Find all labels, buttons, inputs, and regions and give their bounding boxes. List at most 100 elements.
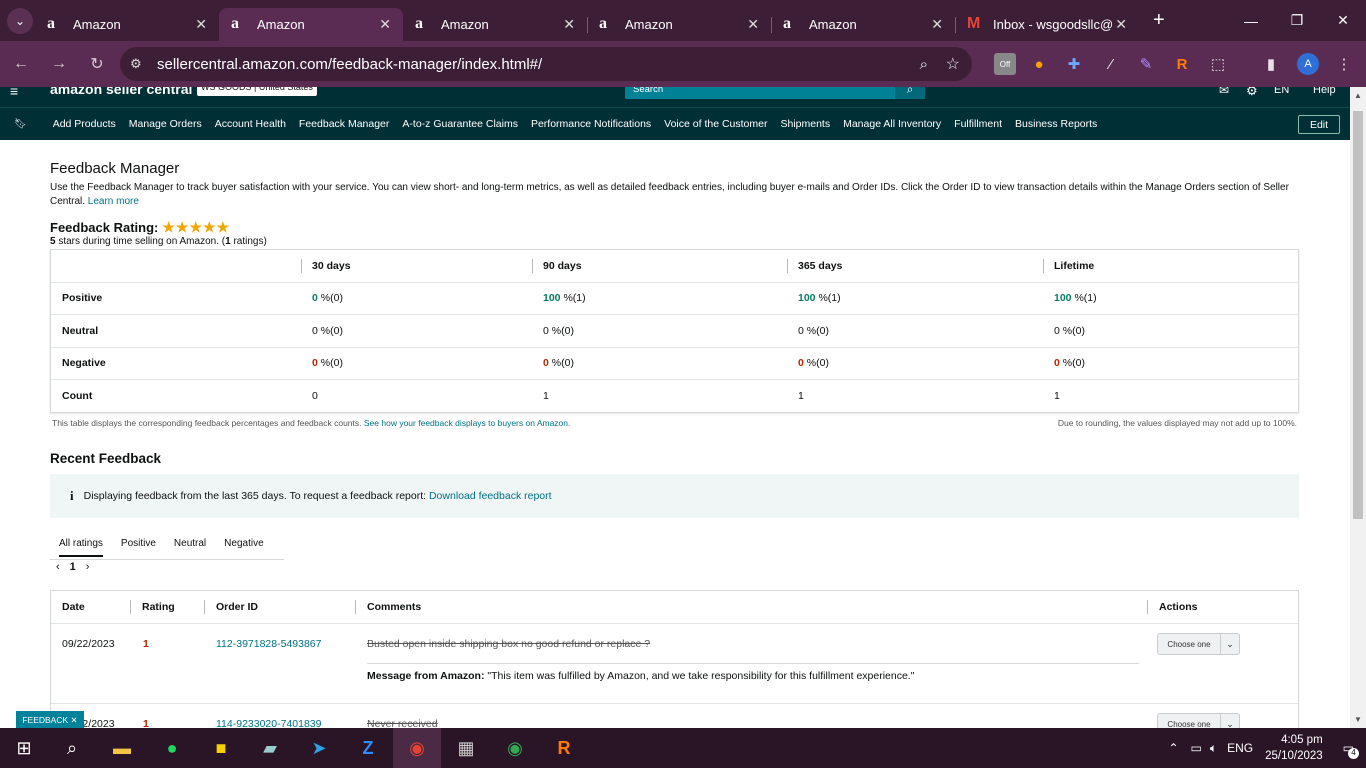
language-selector[interactable]: EN: [1274, 87, 1289, 96]
forward-icon[interactable]: →: [42, 47, 76, 81]
page-scrollbar[interactable]: ▲ ▼: [1350, 87, 1366, 728]
rating-filter-tab[interactable]: Positive: [121, 538, 156, 549]
feedback-row: 09/22/2023 1 114-9233020-7401839 Never rece…: [51, 704, 1298, 728]
recent-header-row: Date Rating Order ID Comments Actions: [51, 591, 1298, 624]
nav-item[interactable]: Account Health: [215, 118, 286, 130]
edit-nav-button[interactable]: Edit: [1298, 115, 1340, 134]
volume-icon[interactable]: 🔈︎: [1210, 741, 1217, 756]
nav-item[interactable]: Feedback Manager: [299, 118, 389, 130]
browser-tab[interactable]: a Amazon ✕: [219, 8, 403, 41]
rating-filter-tab[interactable]: Neutral: [174, 538, 206, 549]
browser-tab[interactable]: a Amazon ✕: [587, 8, 772, 41]
notepad-icon[interactable]: ▰: [246, 728, 294, 768]
action-dropdown[interactable]: Choose one ⌄: [1157, 633, 1240, 655]
network-icon[interactable]: ▭: [1191, 741, 1202, 755]
side-panel-icon[interactable]: ▮: [1260, 53, 1282, 75]
nav-item[interactable]: Manage Orders: [129, 118, 202, 130]
page-description: Use the Feedback Manager to track buyer …: [50, 182, 1289, 207]
nav-item[interactable]: Add Products: [53, 118, 116, 130]
chrome-profile-icon[interactable]: ◉: [393, 728, 441, 768]
tab-search-chevron-icon[interactable]: ⌄: [7, 7, 33, 34]
browser-tab[interactable]: M Inbox - wsgoodsllc@ ✕: [955, 8, 1139, 41]
address-bar[interactable]: ⚙ sellercentral.amazon.com/feedback-mana…: [120, 47, 972, 81]
nav-item[interactable]: Fulfillment: [954, 118, 1002, 130]
next-page-icon[interactable]: ›: [86, 561, 90, 573]
metrics-count: %(0): [320, 324, 343, 337]
tab-close-icon[interactable]: ✕: [747, 16, 759, 33]
prev-page-icon[interactable]: ‹: [56, 561, 60, 573]
tab-close-icon[interactable]: ✕: [1115, 16, 1127, 33]
scroll-up-icon[interactable]: ▲: [1354, 91, 1362, 100]
scrollbar-thumb[interactable]: [1353, 111, 1363, 519]
calculator-icon[interactable]: ▦: [442, 728, 490, 768]
telegram-icon[interactable]: ➤: [295, 728, 343, 768]
order-id-link[interactable]: 114-9233020-7401839: [216, 718, 322, 728]
browser-tab[interactable]: a Amazon ✕: [35, 8, 219, 41]
ext-circle-icon[interactable]: ●: [1028, 53, 1050, 75]
close-window-icon[interactable]: ✕: [1320, 0, 1366, 41]
bookmark-star-icon[interactable]: ☆: [946, 54, 960, 74]
scroll-down-icon[interactable]: ▼: [1354, 715, 1362, 724]
back-icon[interactable]: ←: [4, 47, 38, 81]
tab-close-icon[interactable]: ✕: [379, 16, 391, 33]
tab-close-icon[interactable]: ✕: [931, 16, 943, 33]
metrics-value: 0: [543, 357, 549, 370]
help-link[interactable]: Help: [1313, 87, 1336, 96]
buyer-display-link[interactable]: See how your feedback displays to buyers…: [364, 418, 570, 428]
rating-filter-tab[interactable]: All ratings: [59, 538, 103, 557]
ext-r-icon[interactable]: R: [1171, 53, 1193, 75]
nav-item[interactable]: A-to-z Guarantee Claims: [402, 118, 518, 130]
seller-central-logo[interactable]: amazon seller central: [50, 87, 192, 97]
zoom-app-icon[interactable]: Z: [344, 728, 392, 768]
browser-tab[interactable]: a Amazon ✕: [403, 8, 588, 41]
nav-item[interactable]: Manage All Inventory: [843, 118, 941, 130]
ext-feather-icon[interactable]: ✎: [1135, 53, 1157, 75]
search-icon[interactable]: ⌕: [895, 87, 925, 99]
sticky-notes-icon[interactable]: ■: [197, 728, 245, 768]
nav-item[interactable]: Business Reports: [1015, 118, 1097, 130]
ext-off-icon[interactable]: Off: [994, 53, 1016, 75]
chrome-icon[interactable]: ◉: [491, 728, 539, 768]
download-report-link[interactable]: Download feedback report: [429, 490, 552, 502]
learn-more-link[interactable]: Learn more: [88, 196, 139, 207]
clock[interactable]: 4:05 pm 25/10/2023: [1265, 732, 1323, 764]
column-divider: [130, 600, 131, 614]
new-tab-icon[interactable]: +: [1153, 9, 1165, 32]
hamburger-menu-icon[interactable]: ≡: [10, 87, 18, 99]
mail-icon[interactable]: ✉: [1219, 87, 1229, 97]
taskbar-search-icon[interactable]: ⌕: [48, 728, 96, 768]
metrics-header-row: 30 days 90 days 365 days Lifetime: [51, 250, 1298, 283]
ext-pen-icon[interactable]: ⁄: [1100, 53, 1122, 75]
search-bar[interactable]: Search ⌕: [625, 87, 925, 99]
r-app-icon[interactable]: R: [540, 728, 588, 768]
browser-tab[interactable]: a Amazon ✕: [771, 8, 956, 41]
language-indicator[interactable]: ENG: [1227, 741, 1253, 755]
tab-close-icon[interactable]: ✕: [563, 16, 575, 33]
minimize-icon[interactable]: —: [1228, 0, 1274, 41]
profile-avatar[interactable]: A: [1297, 53, 1319, 75]
nav-item[interactable]: Voice of the Customer: [664, 118, 767, 130]
store-selector[interactable]: WS GOODS | United States: [197, 87, 317, 96]
bookmark-icon[interactable]: 🔖︎: [14, 119, 27, 130]
spotify-icon[interactable]: ●: [148, 728, 196, 768]
notifications-icon[interactable]: ▭ 4: [1343, 741, 1359, 759]
feedback-badge[interactable]: FEEDBACK ✕: [16, 711, 84, 729]
ext-puzzle-blue-icon[interactable]: ✚: [1063, 53, 1085, 75]
file-explorer-icon[interactable]: ▬: [98, 728, 146, 768]
reload-icon[interactable]: ↻: [80, 47, 114, 81]
nav-item[interactable]: Performance Notifications: [531, 118, 651, 130]
zoom-icon[interactable]: ⌕: [920, 56, 928, 73]
extensions-icon[interactable]: ⬚: [1207, 53, 1229, 75]
windows-start-icon[interactable]: ⊞: [0, 728, 48, 768]
settings-gear-icon[interactable]: ⚙: [1246, 87, 1258, 99]
rating-filter-tab[interactable]: Negative: [224, 538, 263, 549]
tab-close-icon[interactable]: ✕: [195, 16, 207, 33]
nav-item[interactable]: Shipments: [780, 118, 830, 130]
browser-menu-icon[interactable]: ⋮: [1333, 53, 1355, 75]
action-dropdown[interactable]: Choose one ⌄: [1157, 713, 1240, 728]
order-id-link[interactable]: 112-3971828-5493867: [216, 638, 322, 650]
tray-chevron-icon[interactable]: ⌃: [1168, 741, 1178, 755]
restore-icon[interactable]: ❐: [1274, 0, 1320, 41]
current-page[interactable]: 1: [70, 561, 76, 573]
site-settings-icon[interactable]: ⚙: [130, 56, 142, 72]
